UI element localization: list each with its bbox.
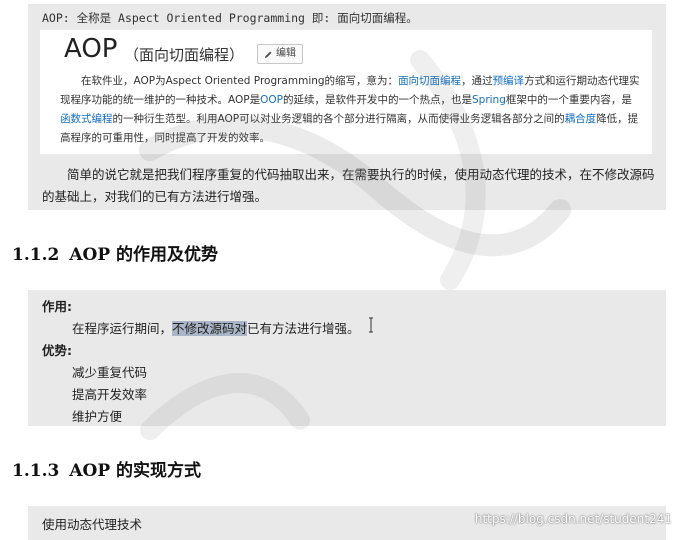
section-title: AOP 的作用及优势 [69,245,219,265]
paragraph-text: ，通过 [461,75,493,87]
advantages-label: 优势: [42,343,72,358]
role-advantages-block: 作用: 在程序运行期间，不修改源码对已有方法进行增强。 优势: 减少重复代码 提… [28,290,666,426]
encyclopedia-link[interactable]: 耦合度 [565,113,597,125]
encyclopedia-link[interactable]: 预编译 [493,75,525,87]
excerpt-subtitle: （面向切面编程） [124,46,245,64]
advantage-item: 维护方便 [72,409,123,424]
section-heading-implementation: 1.1.3 AOP 的实现方式 [12,456,201,481]
aop-summary: 简单的说它就是把我们程序重复的代码抽取出来，在需要执行的时候，使用动态代理的技术… [42,167,655,204]
aop-intro-block: AOP: 全称是 Aspect Oriented Programming 即: … [28,4,666,210]
encyclopedia-link[interactable]: Spring [472,94,506,106]
encyclopedia-excerpt: AOP （面向切面编程） 编辑 在软件业，AOP为Aspect Oriented… [40,30,652,154]
paragraph-text: 的延续，是软件开发中的一个热点，也是 [282,94,472,106]
paragraph-text: 框架中的一个重要内容，是 [505,94,632,106]
role-label: 作用: [42,299,72,314]
section-number: 1.1.3 [12,461,60,481]
role-text: 在程序运行期间，不修改源码对已有方法进行增强。 [72,321,360,336]
advantage-item: 提高开发效率 [72,387,148,402]
section-number: 1.1.2 [12,245,60,265]
document-page: AOP: 全称是 Aspect Oriented Programming 即: … [0,0,686,540]
advantage-item: 减少重复代码 [72,365,148,380]
excerpt-paragraph: 在软件业，AOP为Aspect Oriented Programming的缩写，… [60,72,640,148]
text-cursor-icon [369,317,373,333]
highlighted-text[interactable]: 不修改源码对 [172,321,248,336]
paragraph-text: 在软件业，AOP为Aspect Oriented Programming的缩写，… [81,75,399,87]
encyclopedia-link[interactable]: 函数式编程 [60,113,113,125]
pencil-icon [264,50,272,58]
site-watermark: https://blog.csdn.net/student241 [474,512,672,526]
edit-label: 编辑 [276,48,296,59]
implementation-text: 使用动态代理技术 [42,517,143,532]
excerpt-title: AOP [64,34,118,64]
section-heading-role: 1.1.2 AOP 的作用及优势 [12,240,218,265]
encyclopedia-link[interactable]: OOP [260,94,283,106]
section-title: AOP 的实现方式 [69,461,202,481]
encyclopedia-link[interactable]: 面向切面编程 [398,75,461,87]
aop-definition: AOP: 全称是 Aspect Oriented Programming 即: … [42,11,418,25]
edit-button[interactable]: 编辑 [257,44,303,64]
paragraph-text: 的一种衍生范型。利用AOP可以对业务逻辑的各个部分进行隔离，从而使得业务逻辑各部… [112,113,565,125]
